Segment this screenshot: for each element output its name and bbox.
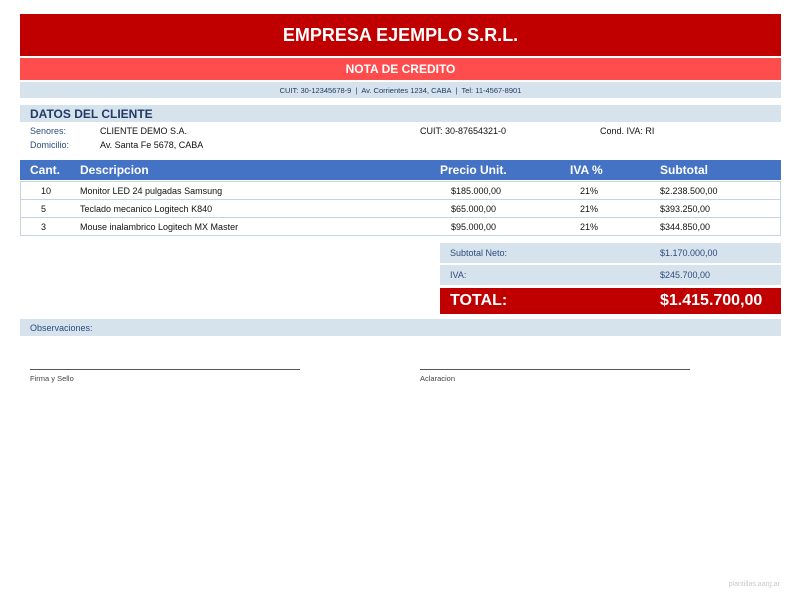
cell-subtotal: $2.238.500,00	[660, 185, 718, 196]
client-address-value: Av. Santa Fe 5678, CABA	[100, 140, 204, 150]
company-name: EMPRESA EJEMPLO S.R.L.	[282, 24, 519, 45]
cell-description: Teclado mecanico Logitech K840	[80, 203, 213, 214]
cell-unit-price: $65.000,00	[451, 203, 497, 214]
company-address: Av. Corrientes 1234, CABA	[361, 85, 452, 95]
net-subtotal-value: $1.170.000,00	[660, 248, 718, 258]
col-header-iva: IVA %	[570, 163, 603, 177]
total-row: TOTAL: $1.415.700,00	[440, 288, 781, 314]
items-table-header: Cant. Descripcion Precio Unit. IVA % Sub…	[20, 160, 781, 180]
cell-iva: 21%	[580, 203, 599, 214]
total-value: $1.415.700,00	[660, 292, 763, 309]
footer-watermark: plantillas.aarg.ar	[728, 581, 780, 588]
cell-qty: 3	[41, 221, 47, 232]
observations-bar: Observaciones:	[20, 319, 781, 336]
info-separator: |	[455, 85, 458, 95]
cell-unit-price: $95.000,00	[451, 221, 497, 232]
cell-subtotal: $393.250,00	[660, 203, 711, 214]
client-section-header: DATOS DEL CLIENTE	[20, 105, 781, 122]
observations-label: Observaciones:	[30, 322, 93, 333]
col-header-qty: Cant.	[30, 163, 60, 177]
cell-unit-price: $185.000,00	[451, 185, 502, 196]
total-label: TOTAL:	[450, 292, 508, 309]
company-cuit: CUIT: 30-12345678-9	[279, 85, 352, 95]
signature-line-left	[30, 369, 300, 370]
client-iva-condition: Cond. IVA: RI	[600, 126, 655, 136]
cell-subtotal: $344.850,00	[660, 221, 711, 232]
signature-label-left: Firma y Sello	[30, 374, 74, 383]
iva-value: $245.700,00	[660, 270, 711, 280]
client-name-value: CLIENTE DEMO S.A.	[100, 126, 188, 136]
cell-description: Monitor LED 24 pulgadas Samsung	[80, 185, 223, 196]
iva-row: IVA: $245.700,00	[440, 265, 781, 285]
col-header-subtotal: Subtotal	[660, 163, 708, 177]
net-subtotal-label: Subtotal Neto:	[450, 248, 508, 258]
cell-iva: 21%	[580, 185, 599, 196]
info-separator: |	[355, 85, 358, 95]
company-info-bar: CUIT: 30-12345678-9 | Av. Corrientes 123…	[20, 82, 781, 98]
cell-iva: 21%	[580, 221, 599, 232]
col-header-unit-price: Precio Unit.	[440, 163, 507, 177]
document-type-banner: NOTA DE CREDITO	[20, 58, 781, 80]
document-type: NOTA DE CREDITO	[345, 62, 456, 76]
table-row: 10 Monitor LED 24 pulgadas Samsung $185.…	[20, 181, 781, 200]
cell-qty: 10	[41, 185, 52, 196]
client-cuit: CUIT: 30-87654321-0	[420, 126, 507, 136]
client-section-title: DATOS DEL CLIENTE	[30, 106, 153, 121]
col-header-description: Descripcion	[80, 163, 149, 177]
client-name-label: Senores:	[30, 126, 67, 136]
signature-label-right: Aclaracion	[420, 374, 456, 383]
cell-qty: 5	[41, 203, 47, 214]
table-row: 5 Teclado mecanico Logitech K840 $65.000…	[20, 200, 781, 218]
signature-line-right	[420, 369, 690, 370]
table-row: 3 Mouse inalambrico Logitech MX Master $…	[20, 218, 781, 236]
client-address-label: Domicilio:	[30, 140, 70, 150]
company-phone: Tel: 11-4567-8901	[461, 85, 522, 95]
cell-description: Mouse inalambrico Logitech MX Master	[80, 221, 239, 232]
company-name-banner: EMPRESA EJEMPLO S.R.L.	[20, 14, 781, 56]
iva-label: IVA:	[450, 270, 467, 280]
net-subtotal-row: Subtotal Neto: $1.170.000,00	[440, 243, 781, 263]
